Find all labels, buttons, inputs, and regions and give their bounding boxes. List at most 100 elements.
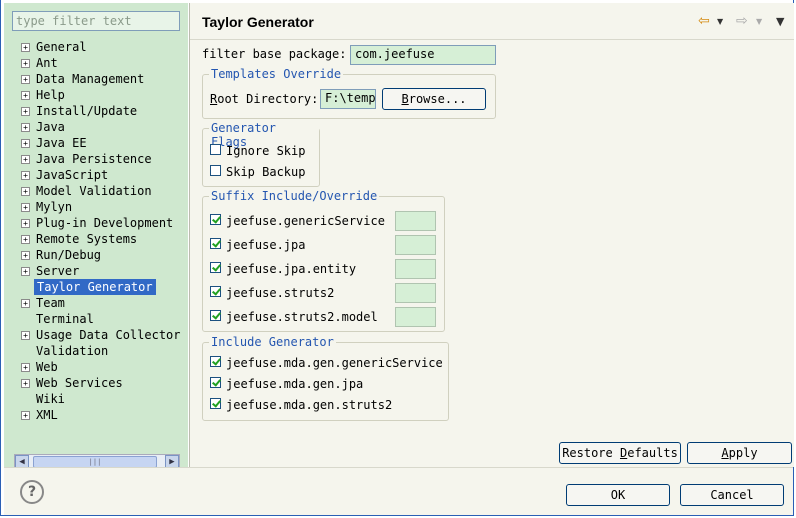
checkbox-label: jeefuse.mda.gen.struts2 <box>226 398 393 412</box>
suffix-override-input[interactable] <box>395 211 436 231</box>
tree-item[interactable]: + Plug-in Development <box>16 215 186 231</box>
checkbox[interactable] <box>210 214 221 225</box>
checkbox[interactable] <box>210 262 221 273</box>
back-dropdown-icon[interactable]: ▼ <box>717 17 723 26</box>
cancel-button[interactable]: Cancel <box>680 484 784 506</box>
expand-icon[interactable]: + <box>21 235 30 244</box>
preference-tree-panel: type filter text + General + Ant + Data Manag… <box>4 3 188 470</box>
suffix-override-input[interactable] <box>395 307 436 327</box>
tree-item[interactable]: + Help <box>16 87 186 103</box>
tree-item[interactable]: + Web Services <box>16 375 186 391</box>
templates-override-legend: Templates Override <box>209 67 344 81</box>
checkbox[interactable] <box>210 356 221 367</box>
tree-item[interactable]: + Web <box>16 359 186 375</box>
suffix-override-input[interactable] <box>395 283 436 303</box>
tree-item[interactable]: + Team <box>16 295 186 311</box>
tree-item-label: Remote Systems <box>36 232 138 246</box>
tree-item[interactable]: + Usage Data Collector <box>16 327 186 343</box>
expand-icon[interactable]: + <box>21 59 30 68</box>
browse-button[interactable]: Browse... <box>382 88 486 110</box>
tree-item-label: Team <box>36 296 65 310</box>
tree-item[interactable]: + Data Management <box>16 71 186 87</box>
tree-item[interactable]: Wiki <box>16 391 186 407</box>
checkbox[interactable] <box>210 310 221 321</box>
tree-item-label: Web <box>36 360 58 374</box>
expand-icon[interactable]: + <box>21 363 30 372</box>
checkbox[interactable] <box>210 144 221 155</box>
tree-item-label: Server <box>36 264 80 278</box>
expand-icon[interactable]: + <box>21 187 30 196</box>
tree-item[interactable]: Validation <box>16 343 186 359</box>
root-directory-input[interactable]: F:\temp <box>320 89 376 109</box>
expand-icon[interactable]: + <box>21 43 30 52</box>
tree-item-label: Taylor Generator <box>34 279 156 295</box>
tree-item-label: Run/Debug <box>36 248 102 262</box>
preference-tree: + General + Ant + Data Management + Help + Instal… <box>16 39 186 423</box>
view-menu-icon[interactable]: ▼ <box>776 15 784 28</box>
tree-item[interactable]: + Remote Systems <box>16 231 186 247</box>
expand-icon[interactable]: + <box>21 267 30 276</box>
restore-defaults-button[interactable]: Restore Defaults <box>559 442 681 464</box>
checkbox-label: jeefuse.jpa <box>226 238 306 252</box>
tree-item[interactable]: + Server <box>16 263 186 279</box>
checkbox-label: Skip Backup <box>226 165 306 179</box>
expand-icon[interactable]: + <box>21 299 30 308</box>
tree-item-label: Validation <box>36 344 109 358</box>
expand-icon[interactable]: + <box>21 123 30 132</box>
tree-item-label: Install/Update <box>36 104 138 118</box>
expand-icon[interactable]: + <box>21 203 30 212</box>
tree-item[interactable]: + Install/Update <box>16 103 186 119</box>
tree-item[interactable]: + Ant <box>16 55 186 71</box>
page-title: Taylor Generator <box>202 14 314 30</box>
checkbox[interactable] <box>210 165 221 176</box>
expand-icon[interactable]: + <box>21 411 30 420</box>
checkbox[interactable] <box>210 238 221 249</box>
tree-item[interactable]: + Java <box>16 119 186 135</box>
expand-icon[interactable]: + <box>21 75 30 84</box>
tree-item-label: Java Persistence <box>36 152 152 166</box>
tree-item-label: Ant <box>36 56 58 70</box>
filter-input[interactable]: type filter text <box>12 11 180 31</box>
tree-item-label: Java <box>36 120 65 134</box>
forward-dropdown-icon[interactable]: ▼ <box>756 17 762 26</box>
tree-item-label: General <box>36 40 87 54</box>
base-package-input[interactable]: com.jeefuse <box>350 45 496 65</box>
suffix-include-group: Suffix Include/Override jeefuse.genericS… <box>202 189 445 332</box>
suffix-override-input[interactable] <box>395 235 436 255</box>
expand-icon[interactable]: + <box>21 155 30 164</box>
checkbox-label: jeefuse.genericService <box>226 214 385 228</box>
suffix-include-legend: Suffix Include/Override <box>209 189 380 203</box>
tree-item[interactable]: + General <box>16 39 186 55</box>
tree-item[interactable]: + Model Validation <box>16 183 186 199</box>
checkbox[interactable] <box>210 398 221 409</box>
back-arrow-icon[interactable]: ⇦ <box>698 13 710 29</box>
dialog-button-bar: ? OK Cancel <box>4 467 793 515</box>
expand-icon[interactable]: + <box>21 171 30 180</box>
tree-item[interactable]: + Java EE <box>16 135 186 151</box>
tree-item[interactable]: + Run/Debug <box>16 247 186 263</box>
suffix-override-input[interactable] <box>395 259 436 279</box>
tree-item[interactable]: + JavaScript <box>16 167 186 183</box>
expand-icon[interactable]: + <box>21 91 30 100</box>
include-generator-group: Include Generator jeefuse.mda.gen.generi… <box>202 335 449 421</box>
expand-icon[interactable]: + <box>21 331 30 340</box>
include-generator-legend: Include Generator <box>209 335 336 349</box>
tree-item-label: Usage Data Collector <box>36 328 181 342</box>
checkbox[interactable] <box>210 286 221 297</box>
tree-item[interactable]: Taylor Generator <box>16 279 186 295</box>
apply-button[interactable]: Apply <box>687 442 792 464</box>
forward-arrow-icon[interactable]: ⇨ <box>736 13 748 29</box>
expand-icon[interactable]: + <box>21 139 30 148</box>
tree-item[interactable]: + XML <box>16 407 186 423</box>
expand-icon[interactable]: + <box>21 379 30 388</box>
expand-icon[interactable]: + <box>21 107 30 116</box>
tree-item[interactable]: + Java Persistence <box>16 151 186 167</box>
checkbox[interactable] <box>210 377 221 388</box>
tree-item[interactable]: + Mylyn <box>16 199 186 215</box>
expand-icon[interactable]: + <box>21 251 30 260</box>
help-icon[interactable]: ? <box>20 480 44 504</box>
tree-item[interactable]: Terminal <box>16 311 186 327</box>
tree-item-label: Plug-in Development <box>36 216 174 230</box>
expand-icon[interactable]: + <box>21 219 30 228</box>
ok-button[interactable]: OK <box>566 484 670 506</box>
